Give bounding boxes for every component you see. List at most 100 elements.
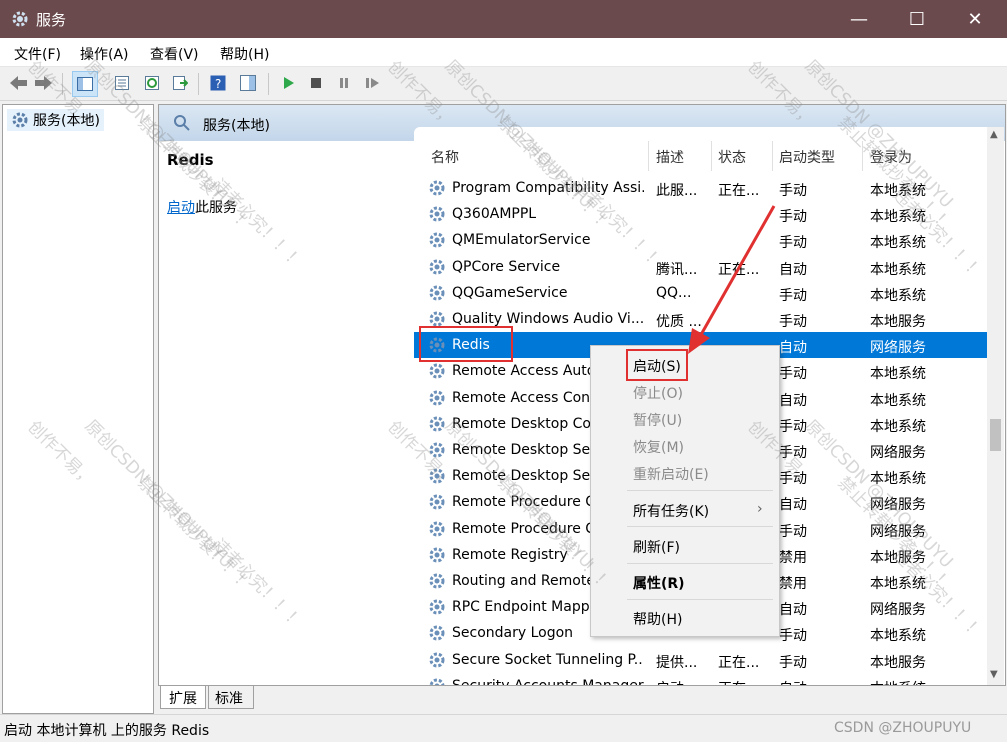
action-pane-icon[interactable] [236,71,260,95]
table-row[interactable]: Secure Socket Tunneling P... 提供... 正在... 手动… [414,647,987,673]
menu-item-pause: 暂停(U) [633,413,683,429]
service-gear-icon [429,259,445,275]
cell-startup: 手动 [779,366,807,383]
column-divider [648,141,649,171]
refresh-icon[interactable] [140,71,164,95]
service-gear-icon [429,390,445,406]
cell-startup: 自动 [779,678,859,685]
cell-startup: 手动 [779,314,807,330]
title-bar: 服务 — ☐ ✕ [0,0,1007,38]
vertical-scrollbar[interactable]: ▲ ▼ [987,127,1004,685]
cell-logon: 网络服务 [870,340,926,357]
cell-name: Secure Socket Tunneling P... [452,651,644,668]
service-gear-icon [429,285,445,301]
cell-logon: 本地系统 [870,366,926,383]
status-text: 启动 本地计算机 上的服务 Redis [4,723,210,739]
cell-status: 正在... [718,183,760,199]
gear-icon [12,112,28,128]
cell-name: Quality Windows Audio Vi... [452,311,644,327]
minimize-button[interactable]: — [830,0,888,38]
scroll-down-icon[interactable]: ▼ [990,669,998,680]
menu-item-all-tasks[interactable]: 所有任务(K) [633,501,709,521]
cell-logon: 网络服务 [870,445,926,461]
service-gear-icon [429,206,445,222]
column-header-status[interactable]: 状态 [718,147,746,171]
menu-separator [627,563,773,564]
menu-item-refresh[interactable]: 刷新(F) [633,537,680,557]
cell-desc: 提供... [656,654,698,671]
service-gear-icon [429,494,445,510]
cell-startup: 自动 [779,602,807,619]
play-icon[interactable] [276,71,300,95]
stop-icon[interactable] [304,71,328,95]
service-gear-icon [429,599,445,615]
gear-icon [12,11,28,27]
column-header-description[interactable]: 描述 [656,147,684,171]
cell-logon: 本地系统 [870,287,926,304]
service-gear-icon [429,363,445,379]
service-gear-icon [429,521,445,537]
help-icon[interactable]: ? [206,71,230,95]
tab-extended[interactable]: 扩展 [160,686,206,709]
service-gear-icon [429,652,445,668]
cell-startup: 手动 [779,287,807,304]
menu-item-properties[interactable]: 属性(R) [633,573,685,593]
annotation-box-start [626,349,688,381]
cell-name: QQGameService [452,284,568,301]
service-gear-icon [429,678,445,685]
svg-text:?: ? [215,77,221,91]
start-link[interactable]: 启动 [167,200,195,216]
restart-icon[interactable] [360,71,384,95]
cell-startup: 自动 [779,392,807,409]
menu-help[interactable]: 帮助(H) [220,44,269,64]
service-gear-icon [429,180,445,196]
cell-startup: 禁用 [779,549,807,566]
cell-startup: 手动 [779,183,807,199]
service-gear-icon [429,547,445,563]
annotation-box-redis [419,326,513,362]
menu-item-restart: 重新启动(E) [633,467,709,483]
maximize-button[interactable]: ☐ [888,0,946,38]
menu-view[interactable]: 查看(V) [150,44,199,64]
menu-bar: 文件(F) 操作(A) 查看(V) 帮助(H) [0,38,1007,67]
column-divider [772,141,773,171]
cell-logon: 本地系统 [870,678,980,685]
column-divider [711,141,712,171]
context-menu: 启动(S) 停止(O) 暂停(U) 恢复(M) 重新启动(E) 所有任务(K) … [590,345,780,637]
column-header-startup-type[interactable]: 启动类型 [779,147,835,171]
annotation-arrow-icon [688,205,776,354]
cell-name: QPCore Service [452,258,561,275]
tab-standard[interactable]: 标准 [208,686,254,709]
pause-icon[interactable] [332,71,356,95]
window-title: 服务 [36,11,67,29]
menu-separator [627,490,773,491]
tab-extended-label: 扩展 [169,691,197,707]
cell-startup: 自动 [779,261,807,278]
cell-startup: 手动 [779,523,807,540]
export-list-icon[interactable] [168,71,192,95]
tab-standard-label: 标准 [215,691,243,707]
cell-status: 正在... [718,654,760,671]
cell-status: 正在... [718,678,770,685]
cell-desc: 此服... [656,183,698,199]
column-header-name[interactable]: 名称 [431,147,459,171]
cell-startup: 手动 [779,628,807,645]
view-tabs: 扩展 标准 [158,686,1004,710]
menu-item-resume: 恢复(M) [633,440,685,456]
cell-logon: 本地服务 [870,654,926,671]
console-tree: 服务(本地) [2,104,154,714]
toolbar-divider [268,73,269,95]
cell-logon: 本地系统 [870,418,926,435]
service-gear-icon [429,232,445,248]
menu-item-help[interactable]: 帮助(H) [633,609,682,629]
csdn-watermark: CSDN @ZHOUPUYU [834,720,972,736]
table-row[interactable]: Security Accounts Manager 启动... 正在... 自动 本地系… [414,673,987,685]
cell-logon: 本地系统 [870,392,926,409]
service-gear-icon [429,625,445,641]
scroll-up-icon[interactable]: ▲ [990,129,998,140]
status-bar: 启动 本地计算机 上的服务 Redis CSDN @ZHOUPUYU [0,714,1007,742]
scroll-thumb[interactable] [990,419,1001,451]
menu-separator [627,599,773,600]
submenu-arrow-icon: › [757,501,763,517]
close-button[interactable]: ✕ [946,0,1004,38]
